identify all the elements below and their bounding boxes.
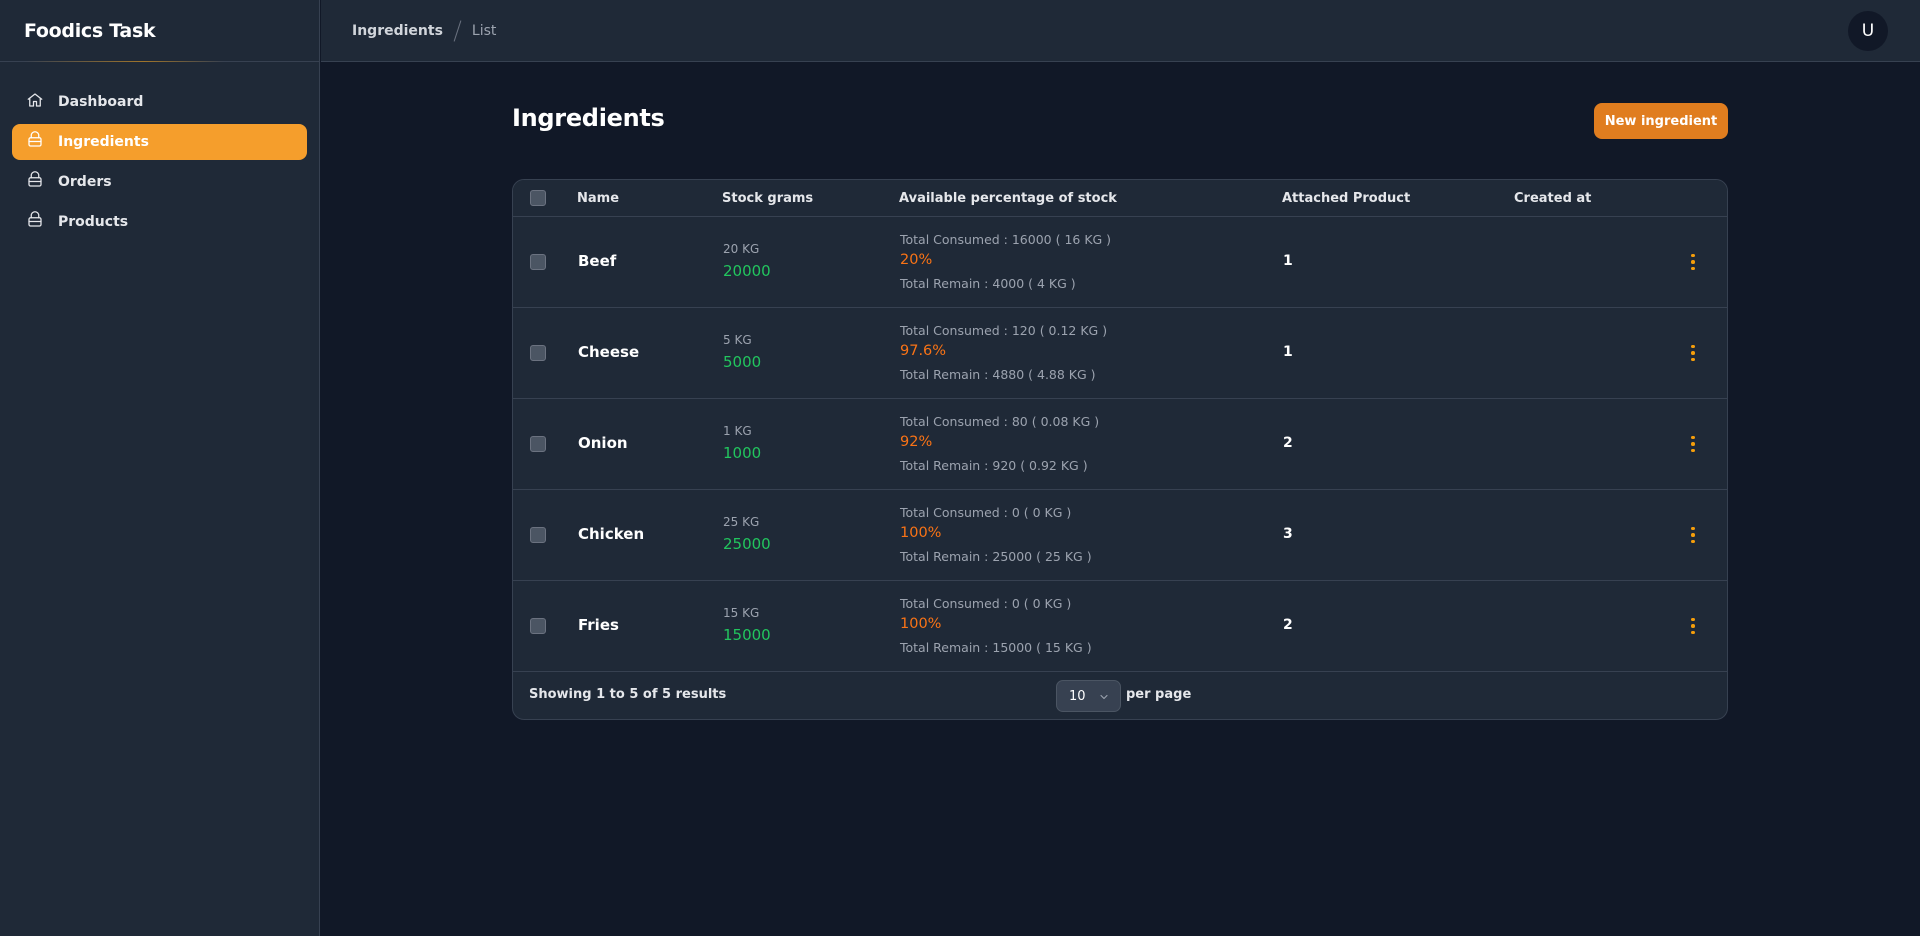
breadcrumb-separator xyxy=(453,19,462,42)
stock-kg: 5 KG xyxy=(723,333,752,347)
avatar[interactable]: U xyxy=(1848,11,1888,51)
box-icon xyxy=(26,211,44,233)
sidebar-nav: Dashboard Ingredients Orders Products xyxy=(0,62,319,262)
stock-kg: 15 KG xyxy=(723,606,760,620)
stock-grams: 5000 xyxy=(723,353,762,371)
attached-product-count: 3 xyxy=(1283,526,1293,542)
row-actions-icon[interactable] xyxy=(1685,251,1701,273)
total-consumed: Total Consumed : 0 ( 0 KG ) xyxy=(900,596,1072,611)
row-actions-icon[interactable] xyxy=(1685,524,1701,546)
table-body: Beef 20 KG 20000 Total Consumed : 16000 … xyxy=(513,217,1727,672)
stock-grams: 25000 xyxy=(723,535,771,553)
attached-product-count: 2 xyxy=(1283,617,1293,633)
attached-product-count: 2 xyxy=(1283,435,1293,451)
total-consumed: Total Consumed : 120 ( 0.12 KG ) xyxy=(900,323,1108,338)
table-row: Onion 1 KG 1000 Total Consumed : 80 ( 0.… xyxy=(513,399,1727,490)
column-header-available[interactable]: Available percentage of stock xyxy=(899,191,1117,206)
total-remain: Total Remain : 15000 ( 15 KG ) xyxy=(900,640,1092,655)
available-percentage: 92% xyxy=(900,434,933,450)
total-consumed: Total Consumed : 80 ( 0.08 KG ) xyxy=(900,414,1100,429)
sidebar: Foodics Task Dashboard Ingredients Order… xyxy=(0,0,320,936)
total-remain: Total Remain : 4880 ( 4.88 KG ) xyxy=(900,367,1096,382)
ingredients-table: Name Stock grams Available percentage of… xyxy=(512,179,1728,720)
sidebar-item-label: Ingredients xyxy=(58,134,149,150)
attached-product-count: 1 xyxy=(1283,344,1293,360)
sidebar-item-dashboard[interactable]: Dashboard xyxy=(12,84,307,120)
total-remain: Total Remain : 25000 ( 25 KG ) xyxy=(900,549,1092,564)
sidebar-item-label: Products xyxy=(58,214,129,230)
sidebar-item-label: Dashboard xyxy=(58,94,144,110)
sidebar-item-label: Orders xyxy=(58,174,112,190)
sidebar-item-orders[interactable]: Orders xyxy=(12,164,307,200)
per-page-label: per page xyxy=(1126,687,1192,702)
row-checkbox[interactable] xyxy=(530,436,546,452)
new-ingredient-button[interactable]: New ingredient xyxy=(1594,103,1728,139)
column-header-name[interactable]: Name xyxy=(577,191,619,206)
stock-grams: 20000 xyxy=(723,262,771,280)
breadcrumb-current: List xyxy=(471,22,497,39)
ingredient-name: Beef xyxy=(578,252,617,270)
column-header-created[interactable]: Created at xyxy=(1514,191,1591,206)
per-page-value: 10 xyxy=(1069,688,1086,704)
box-icon xyxy=(26,171,44,193)
home-icon xyxy=(26,91,44,113)
topbar: Ingredients List U xyxy=(321,0,1920,62)
column-header-stock[interactable]: Stock grams xyxy=(722,191,813,206)
ingredient-name: Fries xyxy=(578,616,619,634)
available-percentage: 97.6% xyxy=(900,343,947,359)
pagination-summary: Showing 1 to 5 of 5 results xyxy=(529,687,727,702)
total-consumed: Total Consumed : 0 ( 0 KG ) xyxy=(900,505,1072,520)
row-actions-icon[interactable] xyxy=(1685,342,1701,364)
available-percentage: 100% xyxy=(900,616,942,632)
box-icon xyxy=(26,131,44,153)
table-row: Fries 15 KG 15000 Total Consumed : 0 ( 0… xyxy=(513,581,1727,672)
available-percentage: 20% xyxy=(900,252,933,268)
table-row: Beef 20 KG 20000 Total Consumed : 16000 … xyxy=(513,217,1727,308)
stock-kg: 20 KG xyxy=(723,242,760,256)
total-remain: Total Remain : 4000 ( 4 KG ) xyxy=(900,276,1076,291)
table-header: Name Stock grams Available percentage of… xyxy=(513,180,1727,217)
row-actions-icon[interactable] xyxy=(1685,615,1701,637)
table-row: Cheese 5 KG 5000 Total Consumed : 120 ( … xyxy=(513,308,1727,399)
breadcrumb-parent[interactable]: Ingredients xyxy=(352,23,443,39)
row-checkbox[interactable] xyxy=(530,527,546,543)
available-percentage: 100% xyxy=(900,525,942,541)
stock-grams: 1000 xyxy=(723,444,762,462)
ingredient-name: Chicken xyxy=(578,525,645,543)
table-footer: Showing 1 to 5 of 5 results 10 per page xyxy=(513,672,1727,719)
attached-product-count: 1 xyxy=(1283,253,1293,269)
row-actions-icon[interactable] xyxy=(1685,433,1701,455)
column-header-attached[interactable]: Attached Product xyxy=(1282,191,1410,206)
total-consumed: Total Consumed : 16000 ( 16 KG ) xyxy=(900,232,1112,247)
stock-kg: 25 KG xyxy=(723,515,760,529)
select-all-checkbox[interactable] xyxy=(530,190,546,206)
page-title: Ingredients xyxy=(512,104,665,132)
ingredient-name: Onion xyxy=(578,434,628,452)
total-remain: Total Remain : 920 ( 0.92 KG ) xyxy=(900,458,1088,473)
row-checkbox[interactable] xyxy=(530,618,546,634)
row-checkbox[interactable] xyxy=(530,345,546,361)
sidebar-item-ingredients[interactable]: Ingredients xyxy=(12,124,307,160)
ingredient-name: Cheese xyxy=(578,343,640,361)
per-page-select[interactable]: 10 xyxy=(1056,680,1121,712)
app-title: Foodics Task xyxy=(0,0,319,62)
stock-kg: 1 KG xyxy=(723,424,752,438)
sidebar-item-products[interactable]: Products xyxy=(12,204,307,240)
row-checkbox[interactable] xyxy=(530,254,546,270)
table-row: Chicken 25 KG 25000 Total Consumed : 0 (… xyxy=(513,490,1727,581)
stock-grams: 15000 xyxy=(723,626,771,644)
